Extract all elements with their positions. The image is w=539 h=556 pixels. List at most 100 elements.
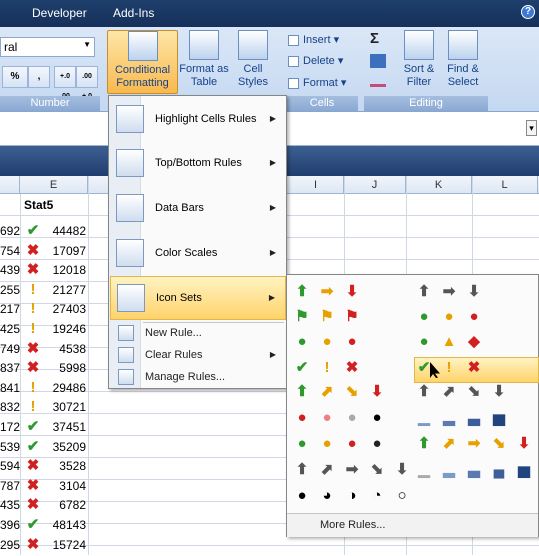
excl-icon: ! xyxy=(30,378,36,396)
autosum-icon[interactable]: Σ xyxy=(370,30,379,47)
cell-value[interactable]: 295 xyxy=(0,534,20,556)
increase-decimal-button[interactable]: +.0 .00 xyxy=(54,66,76,100)
delete-button[interactable]: Delete ▾ xyxy=(288,52,343,70)
icon-set-glyph-icon: ⬆ xyxy=(417,283,431,300)
percent-style-button[interactable]: % xyxy=(2,66,28,88)
tab-add-ins[interactable]: Add-Ins xyxy=(113,6,154,20)
number-group-label: Number xyxy=(0,96,100,111)
sort-filter-button[interactable]: Sort & Filter xyxy=(399,30,439,94)
icon-set-option[interactable]: ● ● ● ● xyxy=(293,435,415,457)
icon-set-glyph-icon: ⬇ xyxy=(517,435,531,452)
icon-set-option[interactable]: ● ◕ ◑ ◔ ○ xyxy=(293,487,415,509)
icon-set-glyph-icon: ▅ xyxy=(493,409,505,426)
icon-set-glyph-icon: ▁ xyxy=(418,409,430,426)
icon-set-option[interactable]: ▁ ▂ ▃ ▅ xyxy=(415,409,537,431)
icon-set-glyph-icon: ● xyxy=(444,308,454,325)
manage-rules-icon xyxy=(118,369,134,385)
menu-item-highlight-cells-rules[interactable]: Highlight Cells Rules ▶ xyxy=(110,98,286,142)
menu-item-top-bottom-rules[interactable]: Top/Bottom Rules ▶ xyxy=(110,142,286,186)
cell-value[interactable]: 15724 xyxy=(40,534,86,556)
menu-item-label: Manage Rules... xyxy=(145,371,226,383)
help-icon[interactable]: ? xyxy=(521,5,535,19)
fill-icon[interactable] xyxy=(370,54,386,68)
column-header-e[interactable]: E xyxy=(20,176,88,194)
icon-set-glyph-icon: ● xyxy=(322,435,332,452)
icon-set-option[interactable]: ⬆ ⬈ ⬊ ⬇ xyxy=(293,383,415,405)
excl-icon: ! xyxy=(30,320,36,337)
sort-filter-label: Sort & Filter xyxy=(403,63,435,88)
icon-set-glyph-icon: ● xyxy=(372,435,382,452)
cross-icon: ✖ xyxy=(26,535,40,553)
icon-sets-submenu: ⬆ ➡ ⬇ ⬆ ➡ ⬇ ⚑ ⚑ ⚑ ● ● ● ● ● ● ● ▲ ◆ ✔! ✖ ✔! ✖ ⬆ ⬈ ⬊ ⬇ ⬆ ⬈ ⬊ ⬇ ● ● ● ● ▁ ▂ ▃ ▅… xyxy=(286,274,539,537)
icon-set-glyph-icon: ⚑ xyxy=(345,308,359,325)
check-icon: ✔ xyxy=(26,222,40,239)
icon-set-option[interactable]: ⬆ ➡ ⬇ xyxy=(293,283,415,305)
chevron-right-icon: ▶ xyxy=(269,114,276,123)
icon-set-option[interactable]: ⬆ ➡ ⬇ xyxy=(415,283,537,305)
clear-icon[interactable] xyxy=(370,77,386,87)
icon-set-glyph-icon: ⬊ xyxy=(492,435,506,452)
icon-set-option[interactable]: ⚑ ⚑ ⚑ xyxy=(293,308,415,330)
icon-set-glyph-icon: ⬇ xyxy=(345,283,359,300)
conditional-formatting-label: Conditional Formatting xyxy=(114,64,171,89)
stat5-header-cell[interactable]: Stat5 xyxy=(24,198,53,212)
icon-set-option[interactable]: ● ● ● ● xyxy=(293,409,415,431)
excl-icon: ! xyxy=(30,300,36,318)
column-header-j[interactable]: J xyxy=(344,176,406,194)
icon-set-glyph-icon: ◔ xyxy=(372,487,382,504)
insert-button[interactable]: Insert ▾ xyxy=(288,31,339,49)
icon-set-glyph-icon: ⬊ xyxy=(370,461,384,478)
menu-item-icon-sets[interactable]: Icon Sets ▶ xyxy=(110,276,286,320)
icon-set-glyph-icon: ⬇ xyxy=(492,383,506,400)
icon-set-glyph-icon: ● xyxy=(297,333,307,350)
cross-icon: ✖ xyxy=(26,476,40,494)
find-select-button[interactable]: Find & Select xyxy=(441,30,485,94)
format-as-table-button[interactable]: Format as Table xyxy=(179,30,229,94)
tab-developer[interactable]: Developer xyxy=(32,6,87,20)
menu-item-manage-rules[interactable]: Manage Rules... xyxy=(110,367,286,388)
comma-style-button[interactable]: , xyxy=(28,66,50,88)
column-header-k[interactable]: K xyxy=(406,176,472,194)
icon-set-option[interactable]: ⬆ ⬈ ➡ ⬊ ⬇ xyxy=(415,435,537,457)
menu-item-color-scales[interactable]: Color Scales ▶ xyxy=(110,232,286,276)
column-header-l[interactable]: L xyxy=(472,176,538,194)
format-button[interactable]: Format ▾ xyxy=(288,74,346,92)
menu-item-label: Clear Rules xyxy=(145,349,203,361)
cross-icon: ✖ xyxy=(26,241,40,259)
menu-item-label: Top/Bottom Rules xyxy=(155,157,242,169)
number-format-dropdown[interactable]: ral ▼ xyxy=(0,37,95,57)
icon-set-option[interactable]: ✔! ✖ xyxy=(293,359,415,381)
cross-icon: ✖ xyxy=(26,496,40,514)
icon-set-glyph-icon: ◆ xyxy=(468,333,480,350)
data-bars-icon xyxy=(116,194,144,222)
icon-set-option[interactable]: ⬆ ⬈ ➡ ⬊ ⬇ xyxy=(293,461,415,483)
icon-set-glyph-icon: ◑ xyxy=(347,487,357,504)
chevron-right-icon: ▶ xyxy=(269,350,276,359)
menu-item-clear-rules[interactable]: Clear Rules ▶ xyxy=(110,345,286,366)
icon-set-glyph-icon: ● xyxy=(297,409,307,426)
menu-item-new-rule[interactable]: New Rule... xyxy=(110,323,286,344)
chevron-right-icon: ▶ xyxy=(269,248,276,257)
menu-item-data-bars[interactable]: Data Bars ▶ xyxy=(110,187,286,231)
icon-set-option[interactable]: ▁ ▂ ▃ ▄ ▅ xyxy=(415,461,537,483)
column-header-i[interactable]: I xyxy=(288,176,344,194)
icon-set-option[interactable]: ● ● ● xyxy=(293,333,415,355)
chevron-right-icon: ▶ xyxy=(269,158,276,167)
more-rules-button[interactable]: More Rules... xyxy=(287,513,538,537)
icon-set-glyph-icon: ⬆ xyxy=(417,383,431,400)
icon-set-glyph-icon: ▃ xyxy=(468,461,480,478)
conditional-formatting-icon xyxy=(127,31,158,61)
icon-set-option[interactable]: ⬆ ⬈ ⬊ ⬇ xyxy=(415,383,537,405)
conditional-formatting-button[interactable]: Conditional Formatting xyxy=(107,30,178,94)
insert-label: Insert xyxy=(303,34,331,46)
icon-set-option[interactable]: ● ▲ ◆ xyxy=(415,333,537,355)
icon-set-glyph-icon: ⬈ xyxy=(320,383,334,400)
column-header-blank xyxy=(0,176,20,194)
decrease-decimal-button[interactable]: .00 +.0 xyxy=(76,66,98,100)
expand-formula-bar-button[interactable]: ▾ xyxy=(526,120,537,136)
icon-set-option[interactable]: ● ● ● xyxy=(415,308,537,330)
cell-styles-button[interactable]: Cell Styles xyxy=(229,30,277,94)
cell-styles-label: Cell Styles xyxy=(238,63,268,88)
format-as-table-label: Format as Table xyxy=(179,63,229,88)
icon-set-glyph-icon: ▁ xyxy=(418,461,430,478)
